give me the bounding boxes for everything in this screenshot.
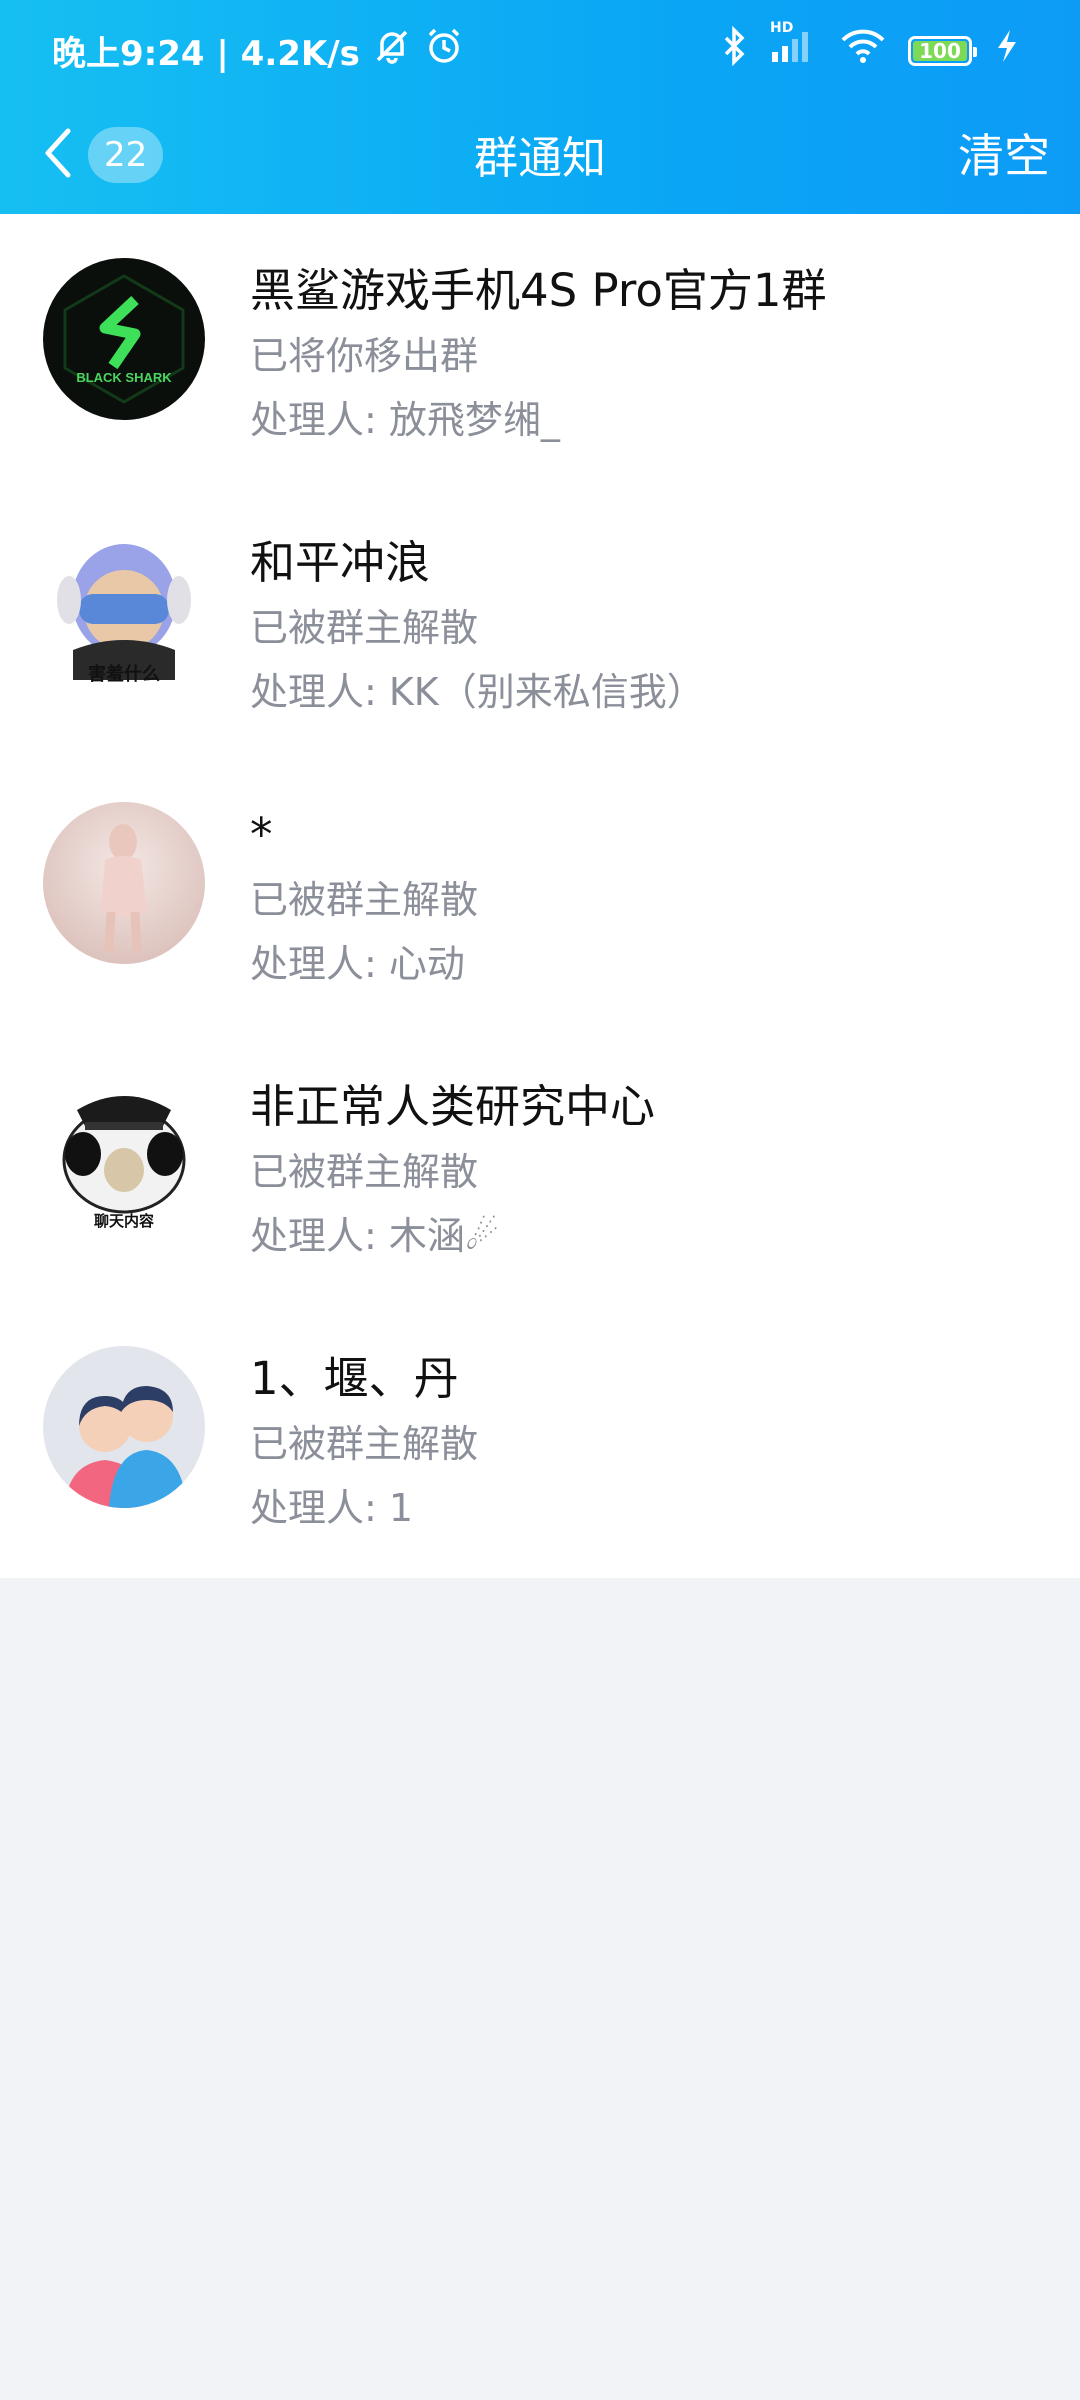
notification-list: BLACK SHARK 黑鲨游戏手机4S Pro官方1群 已将你移出群 处理人:… bbox=[0, 214, 1080, 1578]
mute-bell-icon bbox=[372, 26, 412, 75]
alarm-clock-icon bbox=[424, 26, 464, 75]
handler-text: 处理人: KK（别来私信我） bbox=[250, 670, 705, 714]
group-name: 1、堰、丹 bbox=[250, 1352, 459, 1405]
wifi-icon bbox=[840, 26, 886, 75]
notification-status: 已被群主解散 bbox=[250, 1422, 479, 1466]
group-name: 非正常人类研究中心 bbox=[250, 1080, 656, 1133]
battery-indicator: 100 bbox=[908, 35, 977, 66]
notification-item[interactable]: 聊天内容 非正常人类研究中心 已被群主解散 处理人: 木涵☄ bbox=[0, 1030, 1080, 1302]
handler-text: 处理人: 1 bbox=[250, 1486, 414, 1530]
notification-item[interactable]: 害羞什么 和平冲浪 已被群主解散 处理人: KK（别来私信我） bbox=[0, 486, 1080, 758]
page-title: 群通知 bbox=[474, 133, 606, 184]
notification-item[interactable]: 1、堰、丹 已被群主解散 处理人: 1 bbox=[0, 1302, 1080, 1574]
group-avatar-black-shark: BLACK SHARK bbox=[43, 258, 205, 420]
network-label: HD bbox=[770, 20, 794, 36]
signal-icon: HD bbox=[770, 20, 818, 75]
notification-status: 已被群主解散 bbox=[250, 878, 479, 922]
notification-status: 已被群主解散 bbox=[250, 606, 479, 650]
avatar-text: 聊天内容 bbox=[94, 1212, 154, 1230]
status-bar: 晚上9:24 | 4.2K/s HD 100 bbox=[0, 0, 1080, 100]
group-avatar-default bbox=[43, 1346, 205, 1508]
avatar-text: BLACK SHARK bbox=[76, 370, 172, 385]
handler-text: 处理人: 心动 bbox=[250, 942, 465, 986]
group-name: 黑鲨游戏手机4S Pro官方1群 bbox=[250, 264, 827, 317]
group-avatar-cartoon: 害羞什么 bbox=[43, 530, 205, 692]
group-avatar-meme: 聊天内容 bbox=[43, 1074, 205, 1236]
charging-icon bbox=[994, 26, 1020, 75]
time-speed: 晚上9:24 | 4.2K/s bbox=[52, 34, 360, 74]
group-name: 和平冲浪 bbox=[250, 536, 431, 589]
handler-text: 处理人: 木涵☄ bbox=[250, 1214, 499, 1258]
notification-item[interactable]: * 已被群主解散 处理人: 心动 bbox=[0, 758, 1080, 1030]
header: 晚上9:24 | 4.2K/s HD 100 22 群通知 清空 bbox=[0, 0, 1080, 214]
handler-text: 处理人: 放飛梦缃_ bbox=[250, 398, 560, 442]
notification-status: 已被群主解散 bbox=[250, 1150, 479, 1194]
battery-level: 100 bbox=[919, 38, 961, 63]
nav-bar: 22 群通知 清空 bbox=[0, 100, 1080, 214]
group-name: * bbox=[250, 808, 273, 861]
notification-status: 已将你移出群 bbox=[250, 334, 479, 378]
avatar-text: 害羞什么 bbox=[88, 663, 160, 685]
bluetooth-icon bbox=[720, 25, 748, 75]
clear-button[interactable]: 清空 bbox=[958, 120, 1050, 186]
group-avatar-photo bbox=[43, 802, 205, 964]
notification-item[interactable]: BLACK SHARK 黑鲨游戏手机4S Pro官方1群 已将你移出群 处理人:… bbox=[0, 214, 1080, 486]
